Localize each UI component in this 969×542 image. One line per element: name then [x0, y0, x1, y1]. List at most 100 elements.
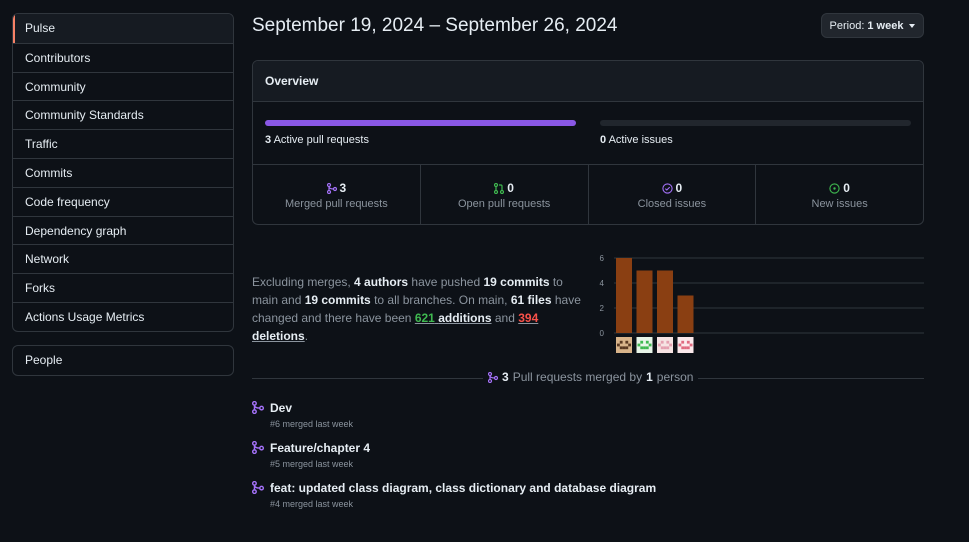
author-avatar[interactable]: [677, 337, 694, 353]
chart-bar: [657, 270, 673, 333]
avatar-pixel: [645, 340, 649, 344]
avatar-pixel: [658, 343, 661, 347]
avatar-pixel: [640, 346, 644, 350]
merged-count: 3: [502, 370, 509, 384]
avatar-pixel: [660, 340, 664, 344]
summary-text: and: [491, 311, 519, 325]
author-avatar[interactable]: [657, 337, 673, 353]
active-prs-progress-fill: [265, 120, 576, 126]
avatar-pixel: [622, 346, 626, 350]
issue-opened-icon: [829, 182, 840, 194]
active-prs-label: Active pull requests: [273, 134, 369, 146]
deletions-word: deletions: [252, 329, 305, 343]
avatar-pixel: [684, 346, 687, 350]
commits-main-count: 19 commits: [483, 275, 550, 289]
insights-sidebar: Pulse Contributors Community Community S…: [12, 13, 234, 376]
commit-summary: Excluding merges, 4 authors have pushed …: [252, 273, 592, 345]
sidebar-item-traffic[interactable]: Traffic: [13, 129, 233, 158]
avatar-pixel: [689, 343, 693, 347]
avatar-pixel: [643, 346, 646, 350]
period-value: 1 week: [867, 19, 904, 32]
overview-title: Overview: [253, 61, 923, 102]
additions-count: 621: [414, 311, 435, 325]
avatar-pixel: [619, 340, 623, 344]
y-tick-label: 4: [600, 279, 605, 288]
avatar-pixel: [669, 343, 672, 347]
active-prs-link[interactable]: 3 Active pull requests: [265, 134, 369, 146]
active-prs-progress-bar: [265, 120, 576, 126]
authors-count: 4 authors: [354, 275, 409, 289]
overview-box: Overview 3 Active pull requests 0 Active…: [252, 60, 924, 225]
sidebar-item-code-frequency[interactable]: Code frequency: [13, 186, 233, 216]
insights-menu: Pulse Contributors Community Community S…: [12, 13, 234, 332]
summary-text: to all branches. On main,: [370, 293, 511, 307]
avatar-pixel: [681, 346, 685, 350]
open-prs-stat[interactable]: 0 Open pull requests: [419, 165, 588, 224]
sidebar-item-forks[interactable]: Forks: [13, 273, 233, 302]
merged-text-person: person: [656, 370, 694, 384]
additions-link[interactable]: 621 additions: [415, 311, 492, 325]
sidebar-item-community-standards[interactable]: Community Standards: [13, 100, 233, 129]
pr-title-link[interactable]: Dev: [270, 401, 292, 415]
merged-prs-count: 3: [339, 181, 347, 195]
git-merge-icon: [252, 441, 264, 454]
closed-issues-count: 0: [675, 181, 683, 195]
caret-down-icon: [909, 23, 916, 28]
active-prs-count: 3: [265, 134, 272, 146]
summary-text: have pushed: [408, 275, 484, 289]
files-count: 61 files: [510, 293, 552, 307]
sidebar-item-community[interactable]: Community: [13, 71, 233, 101]
sidebar-item-dependency-graph[interactable]: Dependency graph: [13, 215, 233, 245]
avatar-pixel: [628, 343, 631, 347]
merged-prs-stat[interactable]: 3 Merged pull requests: [253, 165, 420, 224]
avatar-pixel: [666, 340, 670, 344]
page-title: September 19, 2024 – September 26, 2024: [252, 15, 618, 36]
author-avatar[interactable]: [636, 337, 653, 353]
merged-prs-label: Merged pull requests: [285, 198, 388, 210]
active-issues-progress-bar: [600, 120, 911, 126]
sidebar-item-pulse[interactable]: Pulse: [13, 14, 233, 43]
open-prs-label: Open pull requests: [457, 198, 551, 210]
active-issues-link[interactable]: 0 Active issues: [600, 134, 673, 146]
pr-title-link[interactable]: feat: updated class diagram, class dicti…: [270, 481, 656, 495]
additions-word: additions: [438, 311, 492, 325]
pr-meta: #6 merged last week: [270, 419, 354, 429]
closed-issues-stat[interactable]: 0 Closed issues: [587, 165, 756, 224]
avatar-pixel: [625, 340, 629, 344]
pr-title-link[interactable]: Feature/chapter 4: [270, 441, 370, 455]
avatar-pixel: [681, 340, 685, 344]
chart-bar: [636, 270, 653, 333]
merged-persons-count: 1: [646, 370, 653, 384]
sidebar-item-contributors[interactable]: Contributors: [13, 42, 233, 72]
period-dropdown-button[interactable]: Period: 1 week: [821, 13, 924, 38]
issue-closed-icon: [661, 182, 673, 194]
chart-bar: [677, 295, 694, 333]
avatar-pixel: [645, 346, 649, 350]
active-issues-label: Active issues: [608, 134, 673, 146]
merged-summary: 3 Pull requests merged by 1 person: [483, 370, 699, 384]
pr-meta: #4 merged last week: [270, 499, 354, 509]
new-issues-stat[interactable]: 0 New issues: [755, 165, 923, 224]
deletions-count: 394: [518, 311, 539, 325]
commits-all-count: 19 commits: [304, 293, 371, 307]
author-avatar[interactable]: [616, 337, 632, 353]
git-merge-icon: [252, 401, 264, 414]
y-tick-label: 2: [600, 304, 605, 313]
avatar-pixel: [686, 340, 690, 344]
avatar-pixel: [648, 343, 652, 347]
avatar-pixel: [625, 346, 629, 350]
sidebar-item-commits[interactable]: Commits: [13, 157, 233, 187]
avatar-pixel: [686, 346, 690, 350]
git-merge-icon: [326, 182, 337, 194]
sidebar-item-actions-usage-metrics[interactable]: Actions Usage Metrics: [13, 301, 233, 331]
closed-issues-label: Closed issues: [637, 198, 707, 210]
people-menu: People: [12, 344, 234, 376]
avatar-pixel: [637, 343, 641, 347]
active-issues-count: 0: [600, 134, 607, 146]
sidebar-item-network[interactable]: Network: [13, 244, 233, 273]
avatar-pixel: [619, 346, 623, 350]
git-pull-request-icon: [494, 182, 505, 194]
open-prs-count: 0: [507, 181, 514, 195]
sidebar-item-people[interactable]: People: [13, 346, 233, 375]
chart-bar: [616, 258, 632, 333]
